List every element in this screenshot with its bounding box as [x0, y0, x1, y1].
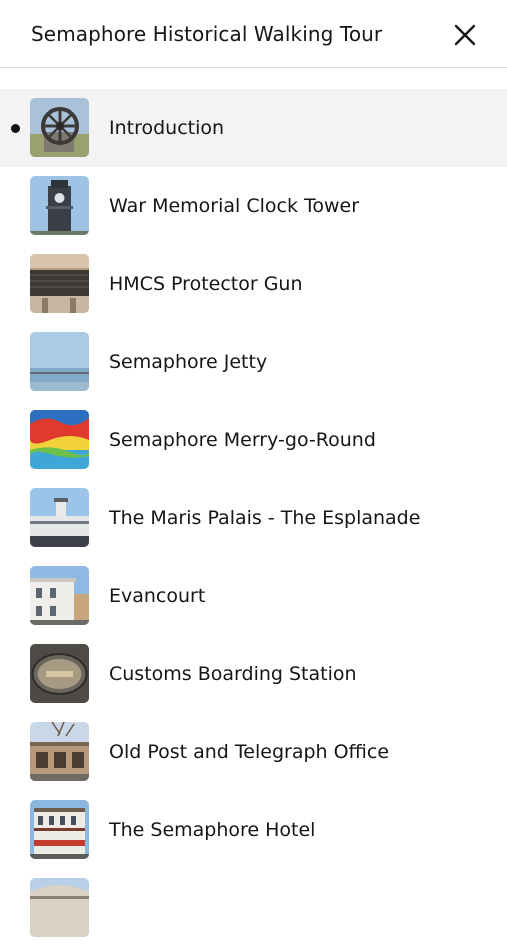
- stop-thumbnail: [30, 332, 89, 391]
- stop-label: Introduction: [109, 117, 225, 139]
- tour-stop-list: Introduction War Memorial Clock Tower HM…: [0, 89, 507, 947]
- stop-label: Customs Boarding Station: [109, 663, 357, 685]
- stop-label: The Semaphore Hotel: [109, 819, 316, 841]
- tour-stop-item[interactable]: HMCS Protector Gun: [0, 245, 507, 323]
- tour-stop-item[interactable]: Semaphore Merry-go-Round: [0, 401, 507, 479]
- app-header: Semaphore Historical Walking Tour: [0, 0, 507, 68]
- stop-thumbnail: [30, 566, 89, 625]
- tour-stop-item[interactable]: The Semaphore Hotel: [0, 791, 507, 869]
- tour-stop-item[interactable]: Evancourt: [0, 557, 507, 635]
- stop-label: Semaphore Merry-go-Round: [109, 429, 376, 451]
- stop-label: Semaphore Jetty: [109, 351, 268, 373]
- page-title: Semaphore Historical Walking Tour: [31, 22, 383, 46]
- stop-label: Old Post and Telegraph Office: [109, 741, 390, 763]
- tour-stop-item[interactable]: Customs Boarding Station: [0, 635, 507, 713]
- stop-thumbnail: [30, 878, 89, 937]
- tour-stop-item[interactable]: The Maris Palais - The Esplanade: [0, 479, 507, 557]
- stop-thumbnail: [30, 488, 89, 547]
- stop-thumbnail: [30, 254, 89, 313]
- tour-stop-item[interactable]: Old Post and Telegraph Office: [0, 713, 507, 791]
- stop-thumbnail: [30, 176, 89, 235]
- stop-thumbnail: [30, 98, 89, 157]
- tour-stop-item[interactable]: [0, 869, 507, 947]
- tour-stop-item[interactable]: War Memorial Clock Tower: [0, 167, 507, 245]
- stop-thumbnail: [30, 644, 89, 703]
- current-stop-bullet-icon: [11, 124, 20, 133]
- stop-label: Evancourt: [109, 585, 206, 607]
- stop-label: HMCS Protector Gun: [109, 273, 303, 295]
- stop-label: War Memorial Clock Tower: [109, 195, 360, 217]
- close-icon: [454, 24, 476, 46]
- stop-thumbnail: [30, 722, 89, 781]
- tour-stop-item[interactable]: Semaphore Jetty: [0, 323, 507, 401]
- stop-label: The Maris Palais - The Esplanade: [109, 507, 421, 529]
- stop-thumbnail: [30, 410, 89, 469]
- tour-stop-item[interactable]: Introduction: [0, 89, 507, 167]
- close-button[interactable]: [448, 18, 482, 52]
- stop-thumbnail: [30, 800, 89, 859]
